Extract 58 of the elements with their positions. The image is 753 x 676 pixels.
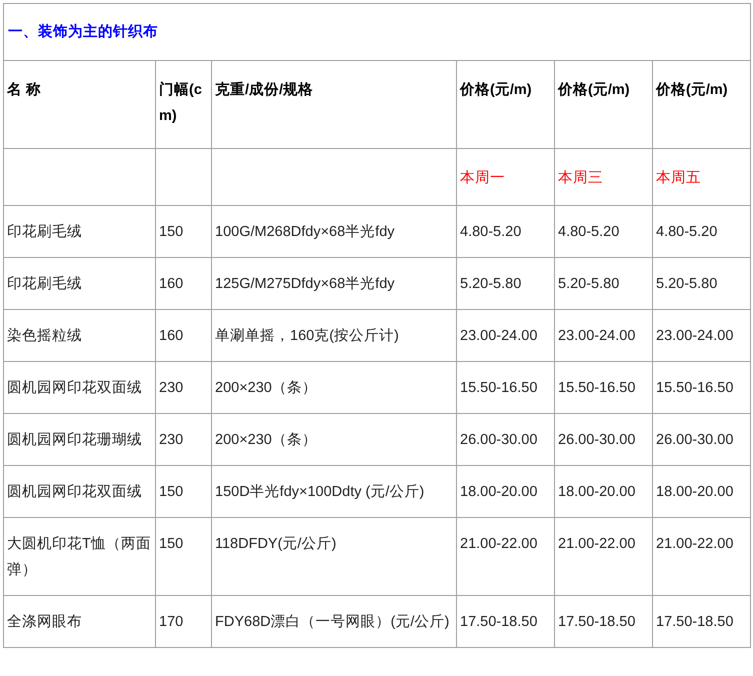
table-cell: 26.00-30.00 — [456, 414, 554, 466]
table-cell: 150D半光fdy×100Ddty (元/公斤) — [212, 466, 456, 518]
table-cell: 26.00-30.00 — [554, 414, 652, 466]
table-cell: 15.50-16.50 — [652, 362, 750, 414]
table-cell: 118DFDY(元/公斤) — [212, 518, 456, 596]
column-header: 克重/成份/规格 — [212, 60, 456, 148]
table-cell: 21.00-22.00 — [554, 518, 652, 596]
table-cell: 18.00-20.00 — [456, 466, 554, 518]
week-label: 本周一 — [456, 148, 554, 206]
table-cell: 200×230（条） — [212, 414, 456, 466]
table-cell: 17.50-18.50 — [456, 596, 554, 648]
table-cell: 18.00-20.00 — [554, 466, 652, 518]
table-cell: 4.80-5.20 — [456, 206, 554, 258]
table-cell: 17.50-18.50 — [652, 596, 750, 648]
table-cell: 15.50-16.50 — [456, 362, 554, 414]
week-label: 本周三 — [554, 148, 652, 206]
table-cell: 大圆机印花T恤（两面弹） — [4, 518, 156, 596]
table-cell: 5.20-5.80 — [456, 258, 554, 310]
table-cell: 160 — [156, 258, 212, 310]
column-header: 门幅(cm) — [156, 60, 212, 148]
table-cell: 4.80-5.20 — [652, 206, 750, 258]
table-cell: 5.20-5.80 — [652, 258, 750, 310]
table-cell: 23.00-24.00 — [456, 310, 554, 362]
table-cell: 125G/M275Dfdy×68半光fdy — [212, 258, 456, 310]
table-cell: 150 — [156, 466, 212, 518]
table-cell: 5.20-5.80 — [554, 258, 652, 310]
table-cell: 23.00-24.00 — [554, 310, 652, 362]
table-cell: 圆机园网印花双面绒 — [4, 466, 156, 518]
table-cell: 15.50-16.50 — [554, 362, 652, 414]
table-cell: 23.00-24.00 — [652, 310, 750, 362]
table-cell: 4.80-5.20 — [554, 206, 652, 258]
table-cell: 18.00-20.00 — [652, 466, 750, 518]
table-cell: 17.50-18.50 — [554, 596, 652, 648]
table-cell: 26.00-30.00 — [652, 414, 750, 466]
table-cell: 圆机园网印花双面绒 — [4, 362, 156, 414]
column-header: 价格(元/m) — [456, 60, 554, 148]
table-cell: 170 — [156, 596, 212, 648]
table-cell: 230 — [156, 362, 212, 414]
table-cell: 印花刷毛绒 — [4, 206, 156, 258]
table-cell: 100G/M268Dfdy×68半光fdy — [212, 206, 456, 258]
table-cell: 160 — [156, 310, 212, 362]
table-cell: 150 — [156, 518, 212, 596]
table-cell: 染色摇粒绒 — [4, 310, 156, 362]
week-label: 本周五 — [652, 148, 750, 206]
table-cell: 21.00-22.00 — [652, 518, 750, 596]
table-cell: 印花刷毛绒 — [4, 258, 156, 310]
table-cell: 单涮单摇，160克(按公斤计) — [212, 310, 456, 362]
column-header: 名 称 — [4, 60, 156, 148]
section-title: 一、装饰为主的针织布 — [8, 24, 158, 40]
table-cell: 圆机园网印花珊瑚绒 — [4, 414, 156, 466]
column-header: 价格(元/m) — [554, 60, 652, 148]
table-cell: 200×230（条） — [212, 362, 456, 414]
table-cell: 230 — [156, 414, 212, 466]
table-cell: FDY68D漂白（一号网眼）(元/公斤) — [212, 596, 456, 648]
table-cell: 150 — [156, 206, 212, 258]
column-header: 价格(元/m) — [652, 60, 750, 148]
table-cell: 全涤网眼布 — [4, 596, 156, 648]
table-cell: 21.00-22.00 — [456, 518, 554, 596]
